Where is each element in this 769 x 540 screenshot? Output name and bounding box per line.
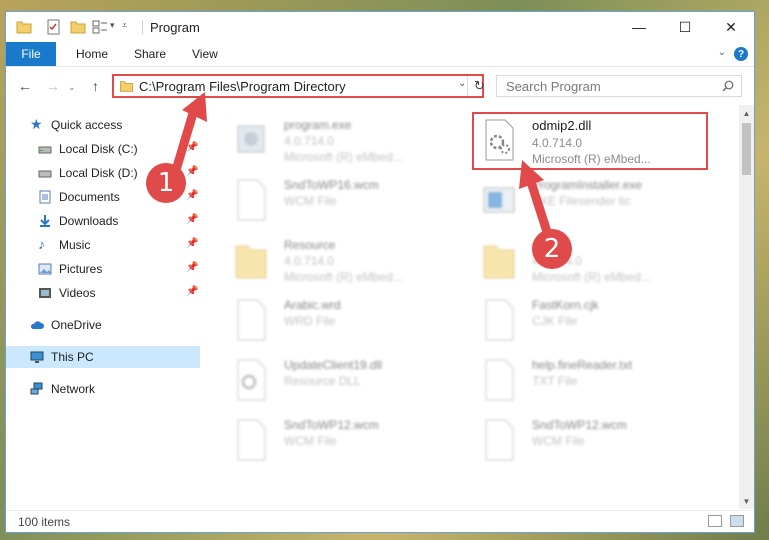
arrow-1-shaft [171,105,199,175]
arrow-2-shaft [527,180,553,240]
annotation-badge-2: 2 [532,229,572,269]
annotation-arrows [171,92,553,240]
annotation-badge-1: 1 [146,163,186,203]
